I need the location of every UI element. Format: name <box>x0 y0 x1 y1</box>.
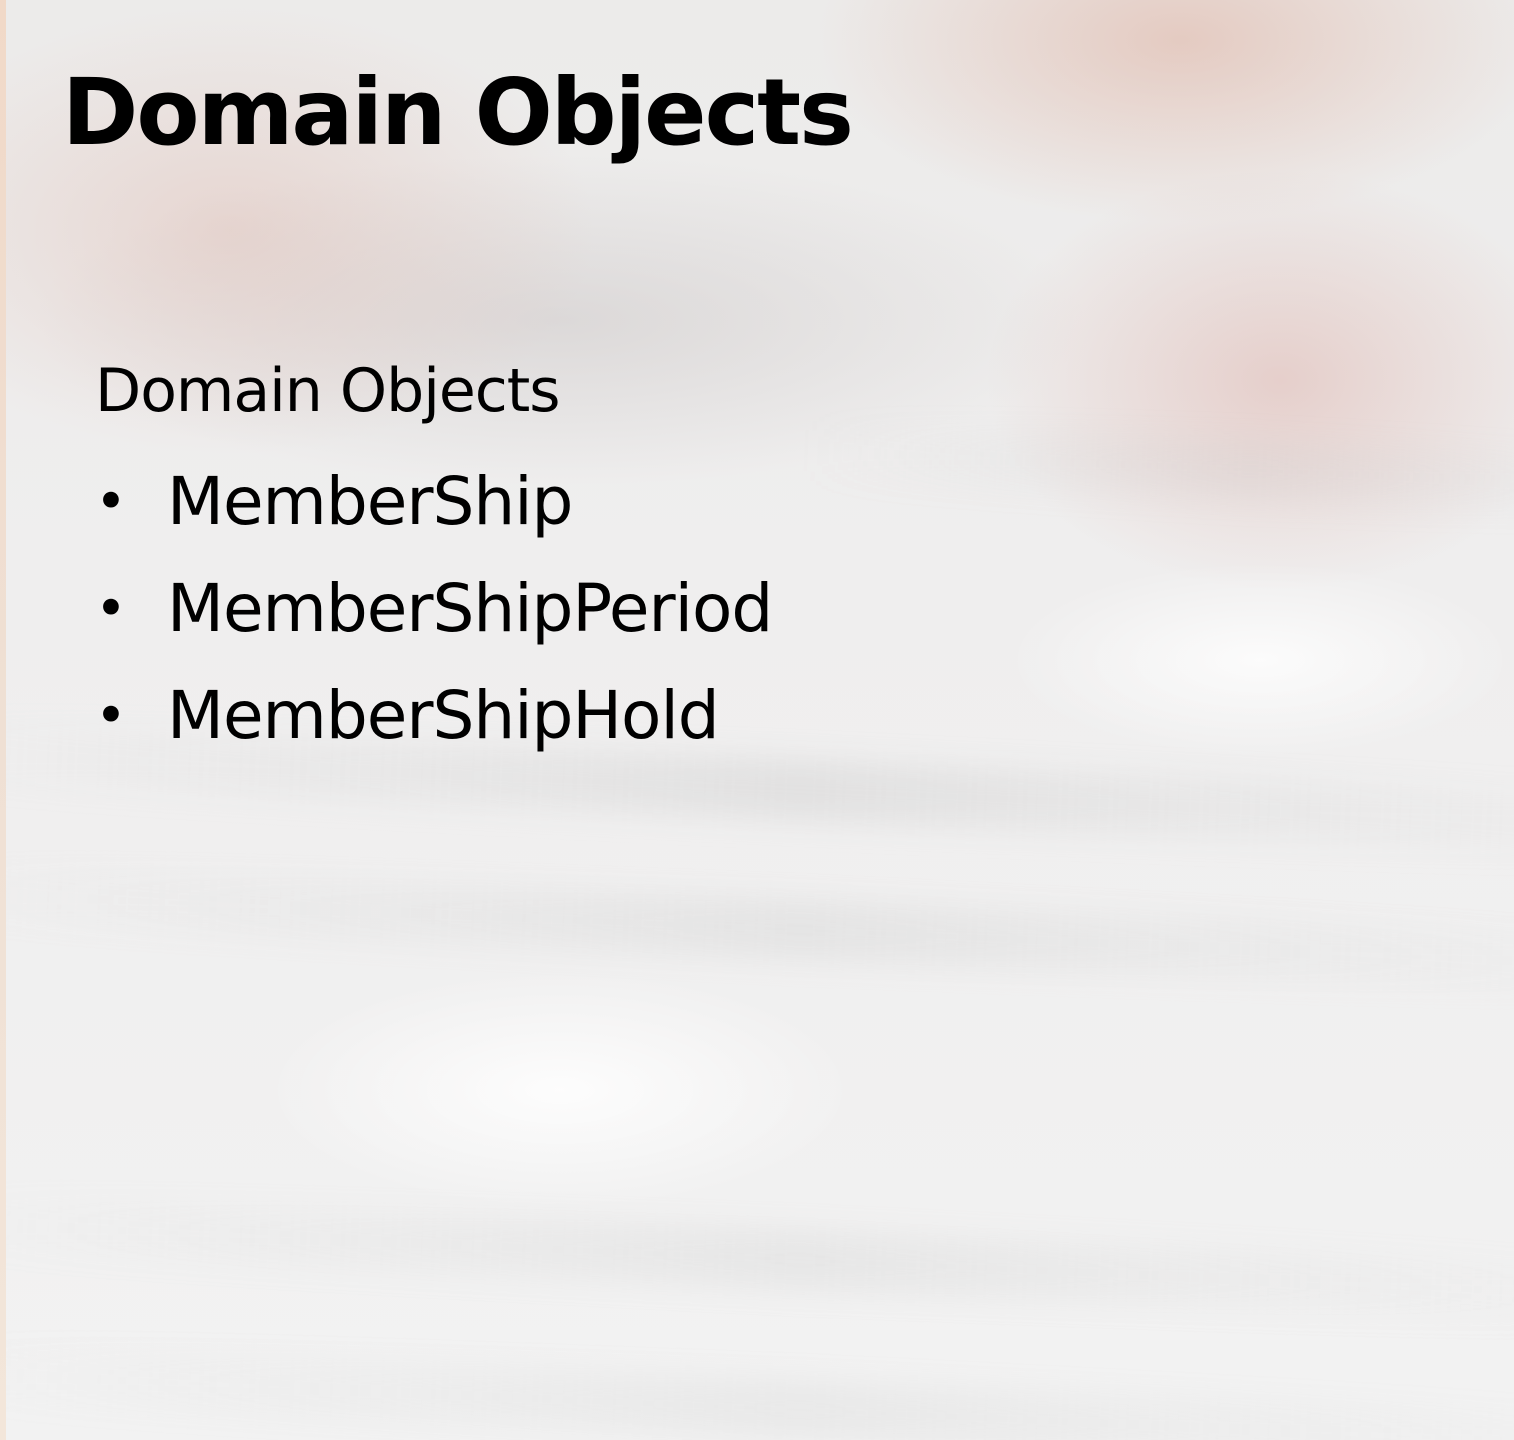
body-heading: Domain Objects <box>95 356 561 426</box>
bullet-text: MemberShipHold <box>167 677 720 754</box>
bullet-text: MemberShipPeriod <box>167 570 773 647</box>
slide-title: Domain Objects <box>62 59 854 166</box>
background-blur-stripe <box>0 860 1514 1000</box>
bullet-text: MemberShip <box>167 463 573 540</box>
bullet-icon: • <box>95 577 127 640</box>
background-blur-stripe <box>799 420 1514 520</box>
slide-left-edge <box>0 0 6 1440</box>
background-blur-stripe <box>0 1340 1514 1440</box>
slide: Domain Objects Domain Objects • MemberSh… <box>0 0 1514 1440</box>
bullet-icon: • <box>95 684 127 747</box>
bullet-icon: • <box>95 470 127 533</box>
background-blur-stripe <box>0 1190 1514 1330</box>
